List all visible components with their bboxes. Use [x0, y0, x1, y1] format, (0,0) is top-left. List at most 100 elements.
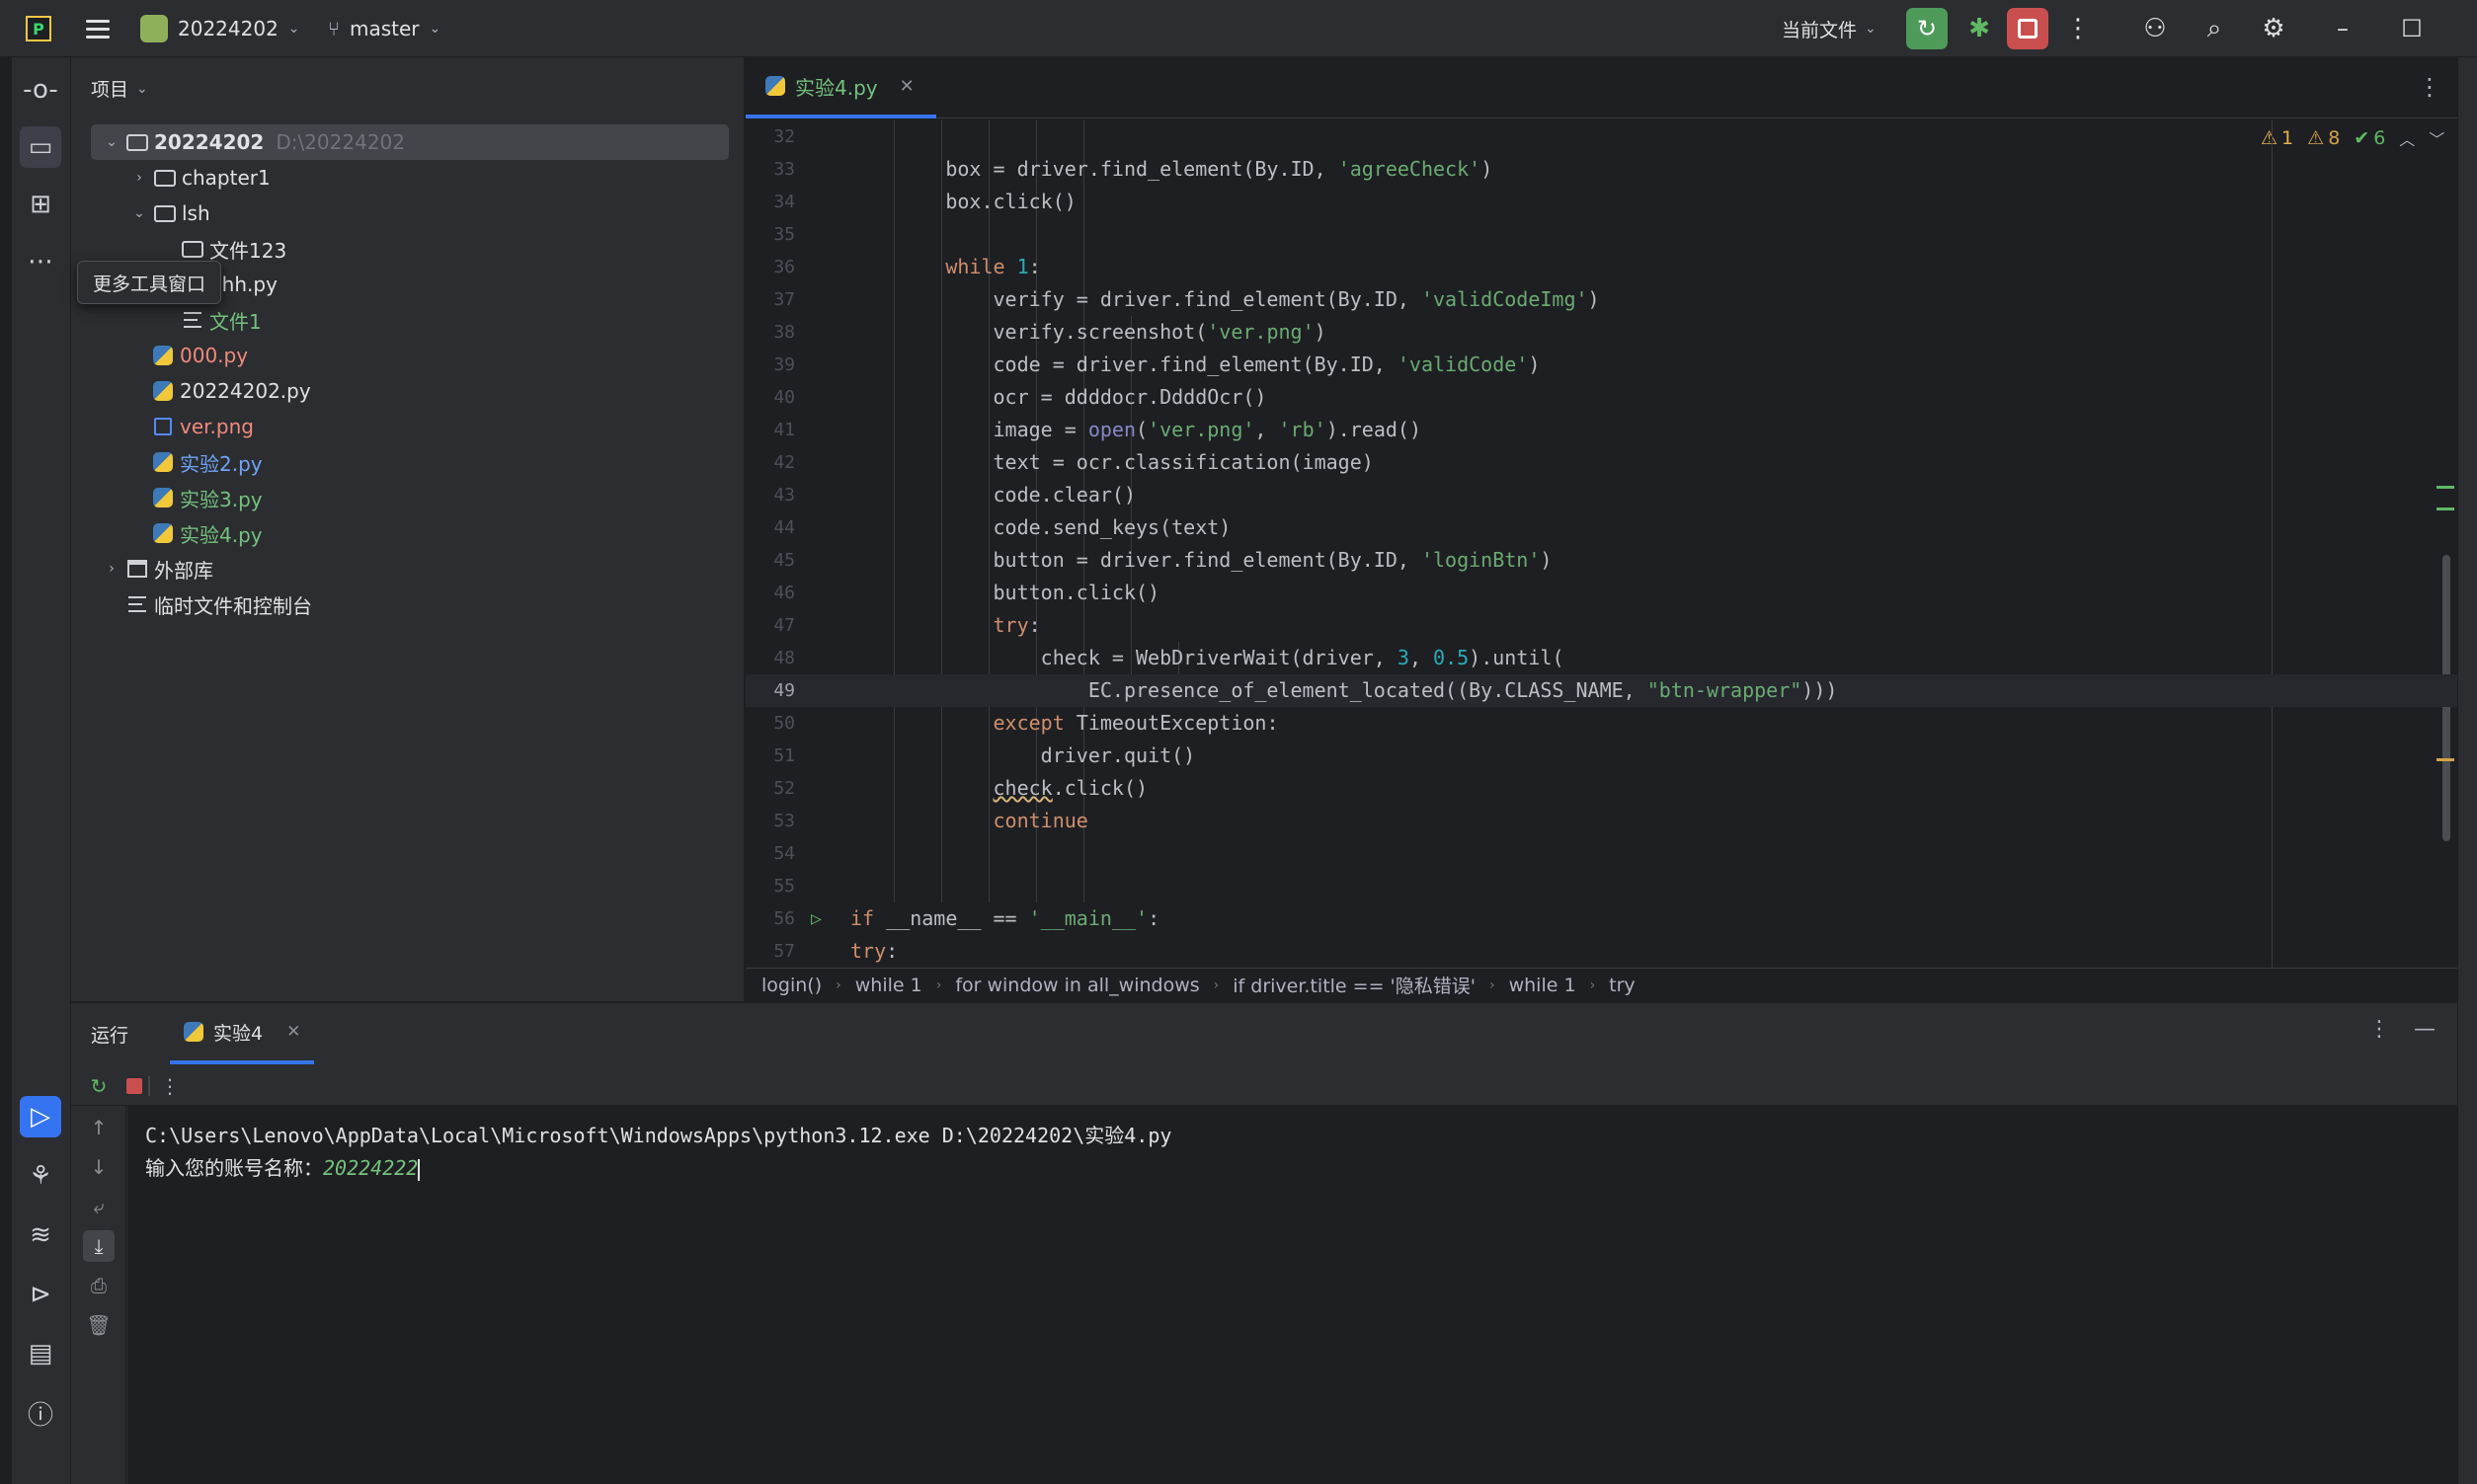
options-icon[interactable]: ⋮: [2368, 1017, 2390, 1042]
code-line[interactable]: 57 try:: [746, 935, 2457, 968]
tree-item-exp3-py[interactable]: 实验3.py: [150, 480, 263, 515]
soft-wrap-icon[interactable]: ⤶: [83, 1191, 115, 1222]
code-line[interactable]: 50 except TimeoutException:: [746, 707, 2457, 740]
scroll-to-end-icon[interactable]: ⤓: [83, 1230, 115, 1262]
scratches-icon: [128, 596, 146, 612]
console-output[interactable]: C:\Users\Lenovo\AppData\Local\Microsoft\…: [127, 1106, 2457, 1484]
code-line[interactable]: 56 ▷ if __name__ == '__main__':: [746, 902, 2457, 935]
code-line[interactable]: 41 image = open('ver.png', 'rb').read(): [746, 414, 2457, 446]
structure-icon[interactable]: ⊞: [20, 184, 61, 225]
code-line[interactable]: 35: [746, 218, 2457, 251]
breadcrumb-item[interactable]: for window in all_windows: [955, 975, 1199, 996]
scroll-up-icon[interactable]: ↑: [83, 1112, 115, 1143]
text-caret: [418, 1158, 421, 1181]
tree-item-file1[interactable]: 文件1: [180, 302, 262, 338]
code-line[interactable]: 49 EC.presence_of_element_located((By.CL…: [746, 674, 2457, 707]
rerun-button[interactable]: ↻: [1906, 8, 1948, 49]
minimize-window-icon[interactable]: –: [2313, 0, 2372, 57]
code-line[interactable]: 55: [746, 870, 2457, 902]
tab-run-exp4[interactable]: 实验4 ✕: [170, 1003, 315, 1064]
code-line[interactable]: 33 box = driver.find_element(By.ID, 'agr…: [746, 153, 2457, 186]
commit-icon[interactable]: -o-: [20, 69, 61, 111]
terminal-icon[interactable]: ▤: [20, 1333, 61, 1374]
app-logo[interactable]: P: [26, 0, 51, 57]
code-text: button = driver.find_element(By.ID, 'log…: [850, 548, 1553, 572]
stop-run-button[interactable]: [120, 1072, 148, 1100]
scroll-down-icon[interactable]: ↓: [83, 1151, 115, 1183]
python-console-icon[interactable]: ⚘: [20, 1155, 61, 1197]
services-icon[interactable]: ⊳: [20, 1274, 61, 1315]
close-tab-icon[interactable]: ✕: [900, 76, 915, 97]
breadcrumb-item[interactable]: while 1: [855, 975, 922, 996]
breadcrumb-item[interactable]: login(): [761, 975, 822, 996]
tree-item-root[interactable]: ⌄ 20224202 D:\20224202: [91, 124, 729, 160]
tree-item-exp4-py[interactable]: 实验4.py: [150, 515, 263, 551]
project-folder-icon[interactable]: ▭: [20, 126, 61, 168]
tab-label: 实验4.py: [795, 75, 878, 100]
more-actions-icon[interactable]: ⋮: [2058, 0, 2098, 57]
breadcrumb-item[interactable]: if driver.title == '隐私错误': [1233, 972, 1476, 998]
code-line[interactable]: 54: [746, 837, 2457, 870]
code-line[interactable]: 39 code = driver.find_element(By.ID, 'va…: [746, 349, 2457, 381]
add-user-icon[interactable]: ⚇: [2135, 0, 2175, 57]
project-panel-header[interactable]: 项目 ⌄: [91, 75, 148, 102]
more-tool-windows-icon[interactable]: ⋯: [20, 241, 61, 282]
hide-panel-icon[interactable]: —: [2414, 1017, 2436, 1042]
code-area[interactable]: 32 33 box = driver.find_element(By.ID, 'a…: [746, 120, 2457, 968]
run-gutter-icon[interactable]: ▷: [811, 902, 822, 935]
tree-item-000-py[interactable]: 000.py: [150, 338, 248, 373]
code-text: verify = driver.find_element(By.ID, 'val…: [850, 287, 1600, 311]
breadcrumb-item[interactable]: while 1: [1509, 975, 1576, 996]
clear-all-icon[interactable]: 🗑: [83, 1309, 115, 1341]
code-line[interactable]: 37 verify = driver.find_element(By.ID, '…: [746, 283, 2457, 316]
vcs-branch-switcher[interactable]: ⑂ master ⌄: [328, 0, 440, 57]
search-icon[interactable]: ⌕: [2195, 0, 2234, 57]
breadcrumb-item[interactable]: try: [1609, 975, 1636, 996]
run-configuration-selector[interactable]: 当前文件 ⌄: [1782, 0, 1877, 57]
console-user-input[interactable]: 20224222: [323, 1156, 418, 1180]
python-packages-icon[interactable]: ≋: [20, 1214, 61, 1256]
print-icon[interactable]: ⎙: [83, 1270, 115, 1301]
run-tab-label: 实验4: [213, 1022, 264, 1045]
project-switcher[interactable]: 20224202 ⌄: [140, 0, 300, 57]
code-line[interactable]: 48 check = WebDriverWait(driver, 3, 0.5)…: [746, 642, 2457, 674]
code-line[interactable]: 45 button = driver.find_element(By.ID, '…: [746, 544, 2457, 577]
more-actions-icon[interactable]: ⋮: [156, 1072, 184, 1100]
code-line[interactable]: 36 while 1:: [746, 251, 2457, 283]
tree-item-label: 文件123: [209, 238, 287, 263]
tree-item-ver-png[interactable]: ver.png: [150, 409, 254, 444]
tab-actions-icon[interactable]: ⋮: [2418, 73, 2441, 101]
tree-item-chapter1[interactable]: › chapter1: [126, 160, 271, 195]
code-line[interactable]: 40 ocr = ddddocr.DdddOcr(): [746, 381, 2457, 414]
tree-item-20224202-py[interactable]: 20224202.py: [150, 373, 311, 409]
close-tab-icon[interactable]: ✕: [286, 1022, 300, 1042]
main-menu-icon[interactable]: [83, 0, 113, 57]
code-line[interactable]: 47 try:: [746, 609, 2457, 642]
breadcrumb-separator-icon: ›: [1589, 976, 1596, 993]
code-line[interactable]: 38 verify.screenshot('ver.png'): [746, 316, 2457, 349]
code-line[interactable]: 52 check.click(): [746, 772, 2457, 805]
stop-button[interactable]: [2007, 8, 2048, 49]
debug-button[interactable]: ✱: [1959, 0, 1999, 57]
tree-item-scratches[interactable]: 临时文件和控制台: [124, 586, 312, 622]
tree-item-exp2-py[interactable]: 实验2.py: [150, 444, 263, 480]
code-line[interactable]: 32: [746, 120, 2457, 153]
line-number: 41: [773, 420, 795, 440]
line-number: 37: [773, 289, 795, 310]
run-tool-icon[interactable]: ▷: [20, 1096, 61, 1137]
code-line[interactable]: 51 driver.quit(): [746, 740, 2457, 772]
tree-item-external-libraries[interactable]: › 外部库: [99, 551, 213, 586]
code-line[interactable]: 42 text = ocr.classification(image): [746, 446, 2457, 479]
code-line[interactable]: 44 code.send_keys(text): [746, 511, 2457, 544]
problems-icon[interactable]: ⓘ: [20, 1392, 61, 1434]
tab-exp4-py[interactable]: 实验4.py ✕: [746, 57, 936, 118]
code-line[interactable]: 53 continue: [746, 805, 2457, 837]
code-line[interactable]: 34 box.click(): [746, 186, 2457, 218]
chevron-down-icon: ⌄: [429, 21, 441, 37]
settings-gear-icon[interactable]: ⚙: [2254, 0, 2293, 57]
code-line[interactable]: 43 code.clear(): [746, 479, 2457, 511]
tree-item-lsh[interactable]: ⌄ lsh: [126, 195, 210, 231]
rerun-icon[interactable]: ↻: [85, 1072, 113, 1100]
code-line[interactable]: 46 button.click(): [746, 577, 2457, 609]
maximize-window-icon[interactable]: ☐: [2382, 0, 2441, 57]
